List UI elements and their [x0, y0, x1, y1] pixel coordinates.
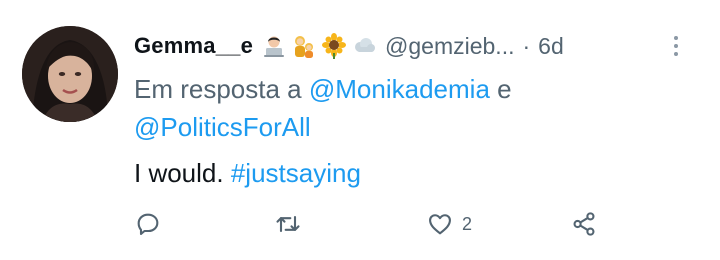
share-button[interactable]	[570, 204, 598, 244]
reply-icon	[137, 213, 159, 235]
avatar[interactable]	[22, 26, 118, 122]
family-icon	[295, 36, 314, 58]
like-count: 2	[462, 213, 473, 234]
share-icon	[573, 212, 595, 236]
user-handle[interactable]: @gemzieb...	[385, 33, 514, 60]
retweet-icon	[276, 215, 300, 233]
sunflower-icon	[322, 33, 347, 59]
like-button[interactable]: 2	[426, 204, 472, 244]
reply-button[interactable]	[134, 204, 170, 244]
mention-link[interactable]: @Monikademia	[309, 74, 490, 104]
display-name[interactable]: Gemma__e	[134, 33, 253, 59]
tweet-body: I would.	[134, 158, 224, 188]
hashtag-link[interactable]: #justsaying	[231, 158, 361, 188]
more-options-icon[interactable]	[666, 30, 686, 62]
retweet-button[interactable]	[274, 204, 310, 244]
action-bar: 2	[134, 204, 614, 244]
reply-prefix: Em resposta a	[134, 74, 302, 104]
cloud-icon	[355, 38, 376, 52]
reply-context: Em resposta a @Monikademia e @PoliticsFo…	[134, 70, 694, 146]
tweet-text: I would. #justsaying	[134, 155, 361, 191]
heart-icon	[429, 214, 451, 235]
tweet-header: Gemma__e @gemzieb... · 6d	[134, 30, 692, 62]
reply-joiner: e	[497, 74, 512, 104]
mention-link[interactable]: @PoliticsForAll	[134, 112, 311, 142]
timestamp[interactable]: 6d	[538, 33, 564, 60]
separator-dot: ·	[522, 32, 531, 59]
name-emojis	[261, 33, 377, 59]
woman-technologist-icon	[264, 36, 285, 57]
